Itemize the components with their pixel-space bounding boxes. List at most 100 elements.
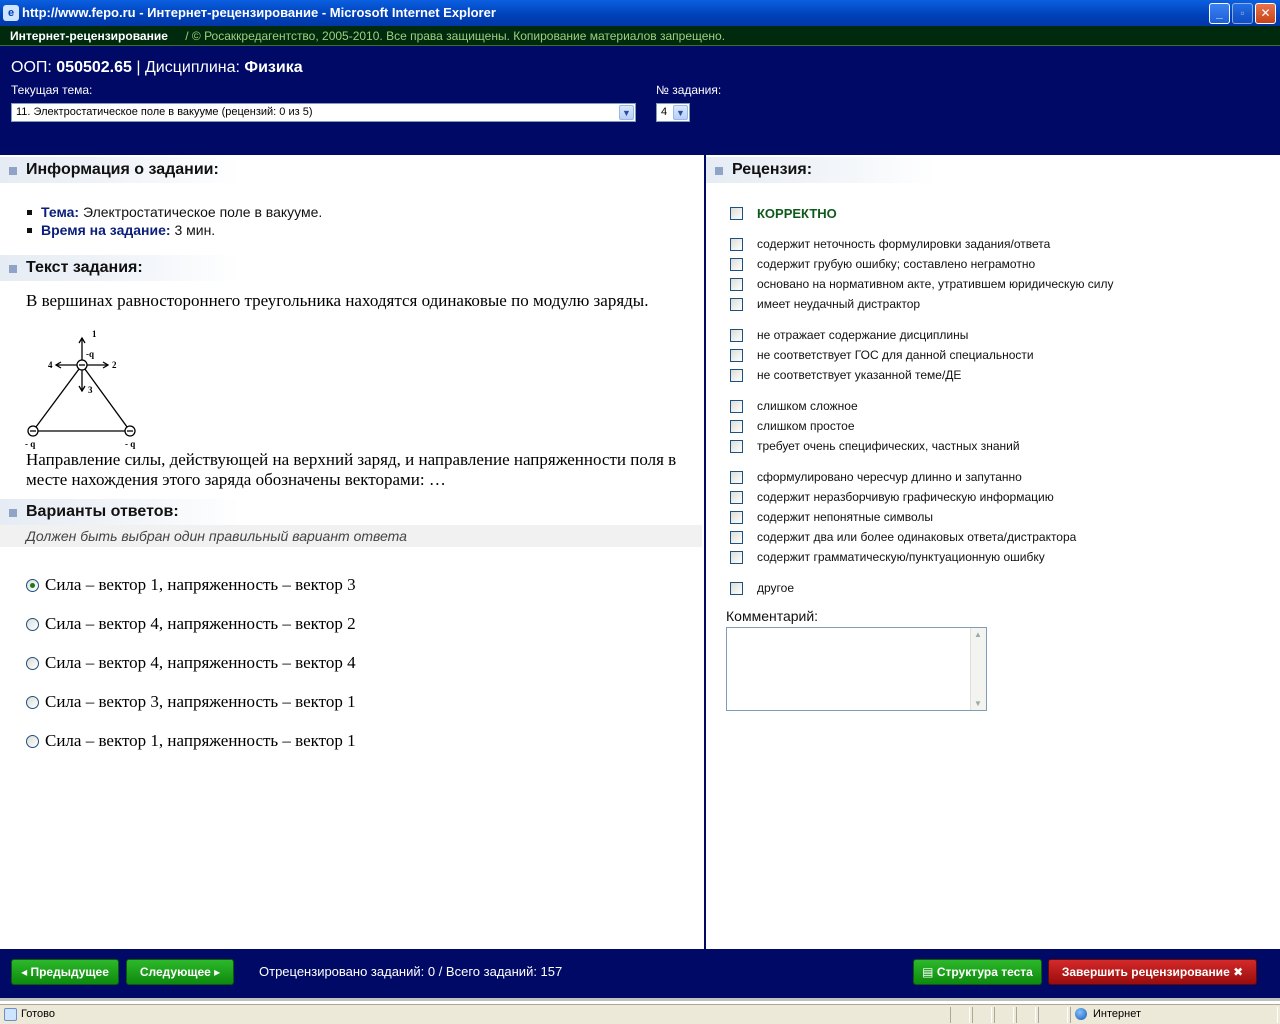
vector-label-4: 4: [48, 360, 53, 370]
checkbox[interactable]: [730, 419, 743, 433]
answer-radio[interactable]: [26, 696, 39, 709]
task-number-select[interactable]: 4 ▼: [656, 103, 690, 122]
topic-select[interactable]: 11. Электростатическое поле в вакууме (р…: [11, 103, 636, 122]
review-progress: Отрецензировано заданий: 0 / Всего задан…: [259, 964, 563, 979]
finish-review-button[interactable]: Завершить рецензирование ✖: [1048, 959, 1257, 985]
checkbox[interactable]: [730, 368, 743, 382]
vector-label-3: 3: [88, 385, 93, 395]
window-title-bar: e http://www.fepo.ru - Интернет-рецензир…: [0, 0, 1280, 26]
review-option[interactable]: не соответствует ГОС для данной специаль…: [730, 345, 1034, 365]
review-option[interactable]: требует очень специфических, частных зна…: [730, 436, 1020, 456]
comment-label: Комментарий:: [726, 608, 819, 624]
checkbox[interactable]: [730, 257, 743, 271]
review-option[interactable]: содержит неразборчивую графическую инфор…: [730, 487, 1054, 507]
section-square-icon: [715, 167, 723, 175]
page-footer: ◂ Предыдущее Следующее ▸ Отрецензировано…: [0, 949, 1280, 1001]
status-zone-segment: Интернет: [1070, 1007, 1278, 1023]
checkbox[interactable]: [730, 277, 743, 291]
status-text: Готово: [21, 1008, 55, 1020]
internet-explorer-icon: e: [3, 5, 19, 21]
status-segment: [972, 1007, 992, 1023]
scroll-up-icon[interactable]: ▲: [974, 630, 982, 639]
chevron-down-icon[interactable]: ▼: [619, 105, 634, 120]
status-segment: [950, 1007, 970, 1023]
charge-label-left: - q: [25, 439, 35, 449]
app-name: Интернет-рецензирование: [10, 29, 168, 43]
status-segment: [1016, 1007, 1036, 1023]
oop-value: 050502.65: [56, 59, 132, 76]
minimize-button[interactable]: _: [1209, 3, 1230, 24]
review-option[interactable]: слишком простое: [730, 416, 855, 436]
review-option[interactable]: содержит два или более одинаковых ответа…: [730, 527, 1076, 547]
page-header: ООП: 050502.65 | Дисциплина: Физика Теку…: [0, 46, 1280, 155]
globe-icon: [1075, 1008, 1087, 1020]
checkbox[interactable]: [730, 470, 743, 484]
answer-option[interactable]: Сила – вектор 1, напряженность – вектор …: [26, 575, 356, 614]
answer-radio-selected[interactable]: [26, 579, 39, 592]
next-button[interactable]: Следующее ▸: [126, 959, 234, 985]
test-structure-button[interactable]: ▤ Структура теста: [913, 959, 1042, 985]
task-info-heading: Информация о задании:: [0, 157, 240, 183]
checkbox[interactable]: [730, 399, 743, 413]
task-text-heading: Текст задания:: [0, 255, 240, 281]
comment-scrollbar[interactable]: ▲ ▼: [970, 628, 986, 710]
task-number-value: 4: [661, 106, 668, 118]
oop-discipline-line: ООП: 050502.65 | Дисциплина: Физика: [11, 59, 303, 77]
task-text-para2: Направление силы, действующей на верхний…: [26, 450, 677, 489]
checkbox[interactable]: [730, 550, 743, 564]
answer-radio[interactable]: [26, 618, 39, 631]
maximize-button[interactable]: ▫: [1232, 3, 1253, 24]
review-option[interactable]: сформулировано чересчур длинно и запутан…: [730, 467, 1022, 487]
answers-heading: Варианты ответов:: [0, 499, 240, 525]
review-option[interactable]: не соответствует указанной теме/ДЕ: [730, 365, 961, 385]
review-option[interactable]: слишком сложное: [730, 396, 858, 416]
checkbox[interactable]: [730, 581, 743, 595]
chevron-down-icon[interactable]: ▼: [673, 105, 688, 120]
review-option[interactable]: содержит неточность формулировки задания…: [730, 234, 1050, 254]
previous-button[interactable]: ◂ Предыдущее: [11, 959, 119, 985]
answers-hint: Должен быть выбран один правильный вариа…: [0, 525, 702, 547]
review-heading: Рецензия:: [706, 157, 936, 183]
checkbox[interactable]: [730, 206, 743, 220]
review-option[interactable]: содержит грамматическую/пунктуационную о…: [730, 547, 1045, 567]
answer-option[interactable]: Сила – вектор 3, напряженность – вектор …: [26, 692, 356, 731]
task-topic-item: Тема: Электростатическое поле в вакууме.: [26, 203, 322, 221]
review-option-other[interactable]: другое: [730, 578, 794, 598]
review-option[interactable]: не отражает содержание дисциплины: [730, 325, 968, 345]
checkbox[interactable]: [730, 348, 743, 362]
answer-option[interactable]: Сила – вектор 1, напряженность – вектор …: [26, 731, 356, 770]
checkbox[interactable]: [730, 439, 743, 453]
review-option[interactable]: содержит грубую ошибку; составлено негра…: [730, 254, 1035, 274]
topic-select-value: 11. Электростатическое поле в вакууме (р…: [16, 106, 313, 118]
copyright-text: / © Росаккредагентство, 2005-2010. Все п…: [185, 29, 726, 43]
answer-radio[interactable]: [26, 657, 39, 670]
page-icon: [4, 1008, 17, 1021]
scroll-down-icon[interactable]: ▼: [974, 699, 982, 708]
charge-label-top: -q: [86, 349, 94, 359]
answer-radio[interactable]: [26, 735, 39, 748]
review-option[interactable]: основано на нормативном акте, утратившем…: [730, 274, 1113, 294]
status-segment: [1038, 1007, 1068, 1023]
checkbox[interactable]: [730, 328, 743, 342]
review-option[interactable]: имеет неудачный дистрактор: [730, 294, 920, 314]
answer-option[interactable]: Сила – вектор 4, напряженность – вектор …: [26, 614, 356, 653]
comment-textarea[interactable]: ▲ ▼: [726, 627, 987, 711]
vector-label-2: 2: [112, 360, 117, 370]
answers-list: Сила – вектор 1, напряженность – вектор …: [26, 575, 356, 770]
checkbox[interactable]: [730, 297, 743, 311]
discipline-value: Физика: [244, 59, 303, 76]
close-window-button[interactable]: ✕: [1255, 3, 1276, 24]
review-panel: Рецензия: КОРРЕКТНО содержит неточность …: [706, 155, 1280, 949]
app-strip: Интернет-рецензирование / © Росаккредаге…: [0, 26, 1280, 46]
answer-option[interactable]: Сила – вектор 4, напряженность – вектор …: [26, 653, 356, 692]
checkbox[interactable]: [730, 237, 743, 251]
checkbox[interactable]: [730, 530, 743, 544]
review-option[interactable]: содержит непонятные символы: [730, 507, 933, 527]
status-segment: [994, 1007, 1014, 1023]
checkbox[interactable]: [730, 510, 743, 524]
section-square-icon: [9, 167, 17, 175]
window-title: http://www.fepo.ru - Интернет-рецензиров…: [22, 5, 496, 20]
checkbox[interactable]: [730, 490, 743, 504]
review-correct-option[interactable]: КОРРЕКТНО: [730, 203, 837, 223]
discipline-label: | Дисциплина:: [131, 59, 245, 76]
